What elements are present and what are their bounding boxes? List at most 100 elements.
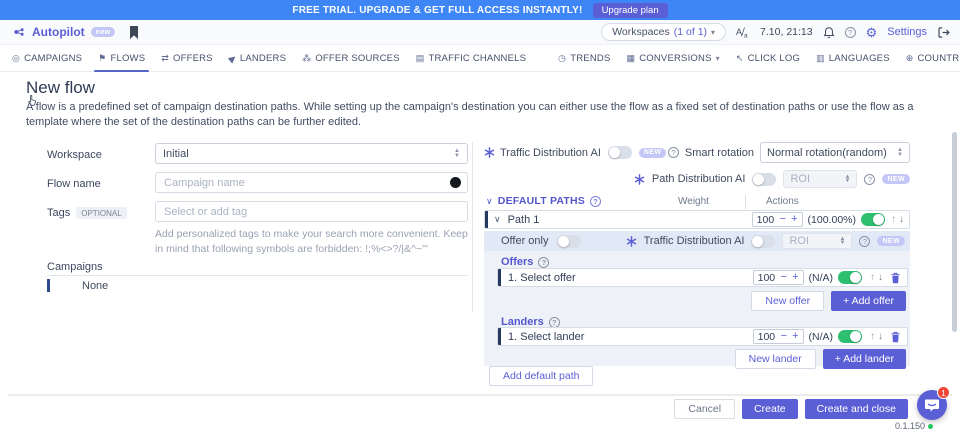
- nav-click-log[interactable]: ↖CLICK LOG: [736, 53, 800, 64]
- lander-enabled-toggle[interactable]: [838, 330, 862, 343]
- path-weight-value[interactable]: 100: [757, 214, 775, 226]
- smart-rotation-select[interactable]: Normal rotation(random): [760, 142, 910, 163]
- plus-icon[interactable]: +: [792, 272, 798, 283]
- move-up-icon[interactable]: ↑: [870, 272, 875, 283]
- nav-landers[interactable]: ▶LANDERS: [229, 53, 286, 64]
- trial-banner-text: FREE TRIAL. UPGRADE & GET FULL ACCESS IN…: [292, 5, 582, 16]
- workspaces-dropdown[interactable]: Workspaces (1 of 1) ▾: [601, 23, 726, 41]
- move-down-icon[interactable]: ↓: [878, 272, 883, 283]
- flow-name-input[interactable]: [155, 172, 468, 193]
- page-description: A flow is a predefined set of campaign d…: [26, 100, 934, 131]
- tags-input[interactable]: [155, 201, 468, 222]
- new-badge: NEW: [882, 174, 910, 184]
- default-paths-title-group[interactable]: ∨ DEFAULT PATHS: [486, 195, 601, 207]
- plus-icon[interactable]: +: [792, 331, 798, 342]
- chat-launcher-button[interactable]: 1: [917, 390, 947, 420]
- new-badge: NEW: [639, 148, 667, 158]
- trash-icon[interactable]: [890, 331, 901, 343]
- logo-icon: [12, 25, 26, 39]
- lander-name[interactable]: 1. Select lander: [508, 331, 584, 343]
- ai-icon: [484, 147, 495, 158]
- create-button[interactable]: Create: [742, 399, 798, 419]
- path-enabled-toggle[interactable]: [861, 213, 885, 226]
- minus-icon[interactable]: −: [780, 214, 786, 225]
- smart-rotation-help-icon[interactable]: [668, 147, 679, 158]
- nav-languages[interactable]: ▥LANGUAGES: [816, 53, 890, 64]
- minus-icon[interactable]: −: [781, 331, 787, 342]
- header-actions: Workspaces (1 of 1) ▾ Aa 7.10, 21:13 ⚙ S…: [601, 23, 950, 41]
- lander-buttons: New lander + Add lander: [735, 349, 906, 369]
- nav-offers[interactable]: ⇄OFFERS: [161, 53, 212, 64]
- offer-only-toggle[interactable]: [557, 235, 581, 248]
- nav-offer-sources[interactable]: ⁂OFFER SOURCES: [302, 53, 400, 64]
- add-default-path-button[interactable]: Add default path: [489, 366, 593, 386]
- cancel-button[interactable]: Cancel: [674, 399, 735, 419]
- nav-campaigns[interactable]: ◎CAMPAIGNS: [12, 53, 82, 64]
- move-up-icon[interactable]: ↑: [891, 214, 896, 225]
- offer-buttons: New offer + Add offer: [751, 291, 906, 311]
- path-percent: (100.00%): [808, 214, 856, 226]
- brand-name[interactable]: Autopilot: [32, 25, 85, 39]
- lander-row-bar: [498, 328, 501, 345]
- header: Autopilot new Workspaces (1 of 1) ▾ Aa 7…: [0, 20, 960, 45]
- default-paths-help-icon[interactable]: [590, 196, 601, 207]
- svg-text:a: a: [744, 33, 748, 39]
- header-column-divider: [745, 195, 746, 209]
- lander-row[interactable]: 1. Select lander 100 − + (N/A) ↑ ↓: [497, 327, 908, 346]
- offers-help-icon[interactable]: [538, 257, 549, 268]
- offer-row[interactable]: 1. Select offer 100 − + (N/A) ↑ ↓: [497, 268, 908, 287]
- path-traffic-ai-toggle[interactable]: [751, 235, 775, 248]
- offer-name[interactable]: 1. Select offer: [508, 272, 576, 284]
- nav-countries[interactable]: ⊕COUNTRIES▾: [906, 53, 960, 64]
- move-down-icon[interactable]: ↓: [878, 331, 883, 342]
- smart-rotation-value: Normal rotation(random): [767, 147, 887, 159]
- traffic-ai-toggle[interactable]: [608, 146, 632, 159]
- scrollbar[interactable]: [952, 132, 957, 332]
- lander-weight-value[interactable]: 100: [758, 331, 776, 343]
- path-ai-toggle[interactable]: [752, 173, 776, 186]
- add-lander-button[interactable]: + Add lander: [823, 349, 906, 369]
- translate-icon[interactable]: Aa: [736, 26, 750, 38]
- new-lander-button[interactable]: New lander: [735, 349, 816, 369]
- offers-icon: ⇄: [161, 53, 169, 64]
- add-offer-button[interactable]: + Add offer: [831, 291, 906, 311]
- nav-trends[interactable]: ◷TRENDS: [558, 53, 610, 64]
- plus-icon[interactable]: +: [791, 214, 797, 225]
- path-metric-help-icon[interactable]: [859, 236, 870, 247]
- workspace-select[interactable]: Initial: [155, 143, 468, 164]
- new-offer-button[interactable]: New offer: [751, 291, 824, 311]
- smart-rotation-group: Smart rotation Normal rotation(random): [668, 142, 910, 163]
- offer-weight-stepper[interactable]: 100 − +: [753, 270, 804, 285]
- bell-icon[interactable]: [823, 26, 835, 39]
- logout-icon[interactable]: [937, 26, 950, 39]
- move-up-icon[interactable]: ↑: [870, 331, 875, 342]
- upgrade-plan-button[interactable]: Upgrade plan: [593, 3, 668, 18]
- nav-flows[interactable]: ⚑FLOWS: [98, 53, 145, 64]
- new-badge: NEW: [877, 236, 905, 246]
- weight-column-header: Weight: [678, 196, 709, 207]
- create-and-close-button[interactable]: Create and close: [805, 399, 908, 419]
- path-weight-stepper[interactable]: 100 − +: [752, 212, 803, 227]
- gear-icon[interactable]: ⚙: [866, 26, 878, 39]
- help-icon[interactable]: [845, 27, 856, 38]
- path-ai-label: Path Distribution AI: [652, 173, 746, 185]
- nav-traffic-channels[interactable]: ▤TRAFFIC CHANNELS: [416, 53, 526, 64]
- landers-help-icon[interactable]: [549, 317, 560, 328]
- settings-link[interactable]: Settings: [887, 26, 927, 38]
- countries-icon: ⊕: [906, 53, 914, 64]
- offer-enabled-toggle[interactable]: [838, 271, 862, 284]
- bookmark-icon[interactable]: [129, 26, 139, 39]
- nav-traffic-channels-label: TRAFFIC CHANNELS: [428, 53, 526, 64]
- collapse-chevron-icon[interactable]: ∨: [494, 214, 501, 225]
- nav-conversions[interactable]: ▦CONVERSIONS▾: [626, 53, 719, 64]
- move-down-icon[interactable]: ↓: [899, 214, 904, 225]
- trash-icon[interactable]: [890, 272, 901, 284]
- nav-flows-label: FLOWS: [110, 53, 145, 64]
- minus-icon[interactable]: −: [781, 272, 787, 283]
- path-ai-help-icon[interactable]: [864, 174, 875, 185]
- path-row[interactable]: ∨ Path 1 100 − + (100.00%) ↑ ↓: [484, 210, 910, 229]
- lander-weight-stepper[interactable]: 100 − +: [753, 329, 804, 344]
- campaigns-value: None: [82, 280, 108, 292]
- offer-weight-value[interactable]: 100: [758, 272, 776, 284]
- smart-rotation-label: Smart rotation: [685, 147, 754, 159]
